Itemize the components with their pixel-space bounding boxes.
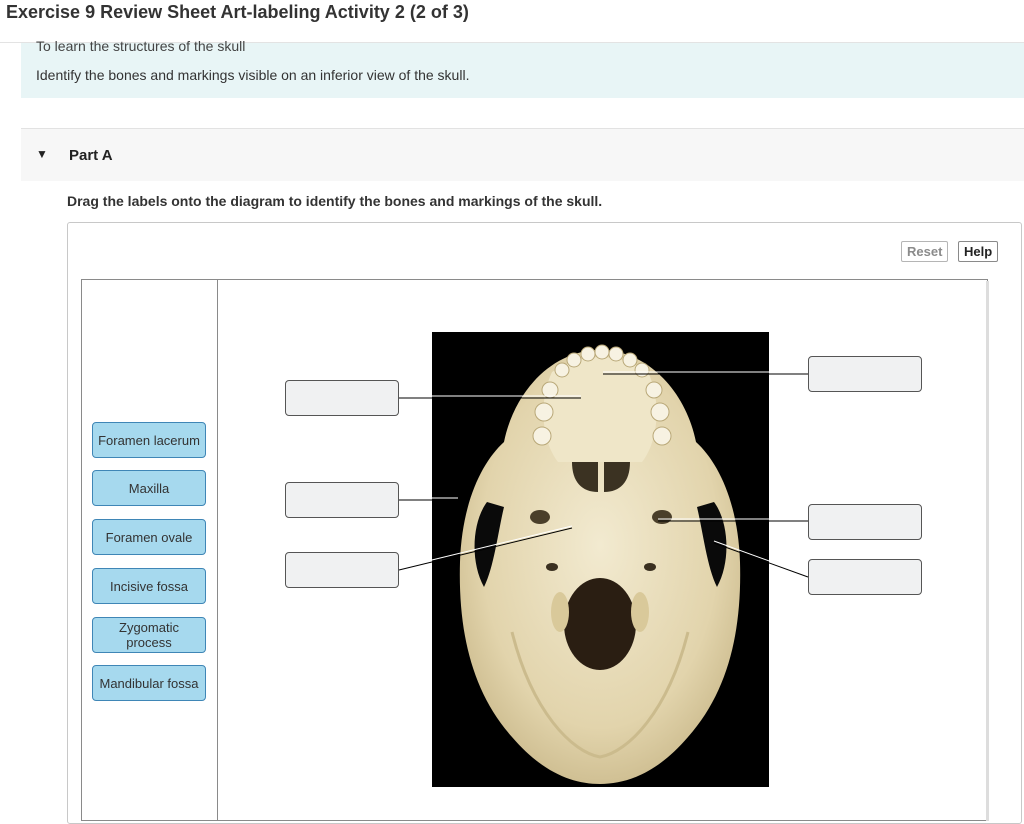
labeling-workspace: Foramen lacerum Maxilla Foramen ovale In… — [81, 279, 988, 821]
help-button[interactable]: Help — [958, 241, 999, 262]
page-title: Exercise 9 Review Sheet Art-labeling Act… — [6, 2, 469, 22]
learning-objective: To learn the structures of the skull — [36, 38, 246, 54]
intro-text: Identify the bones and markings visible … — [36, 67, 470, 83]
part-label: Part A — [69, 147, 113, 164]
collapse-caret-icon[interactable]: ▼ — [36, 147, 48, 161]
reset-button[interactable]: Reset — [901, 241, 949, 262]
part-a-header[interactable]: ▼ Part A — [21, 128, 1024, 181]
leader-lines — [398, 371, 809, 578]
instructions: Drag the labels onto the diagram to iden… — [67, 193, 603, 209]
activity-panel: Reset Help Foramen lacerum Maxilla Foram… — [67, 222, 1022, 824]
workspace-shadow — [986, 281, 989, 821]
intro-box: To learn the structures of the skull Ide… — [21, 38, 1024, 98]
